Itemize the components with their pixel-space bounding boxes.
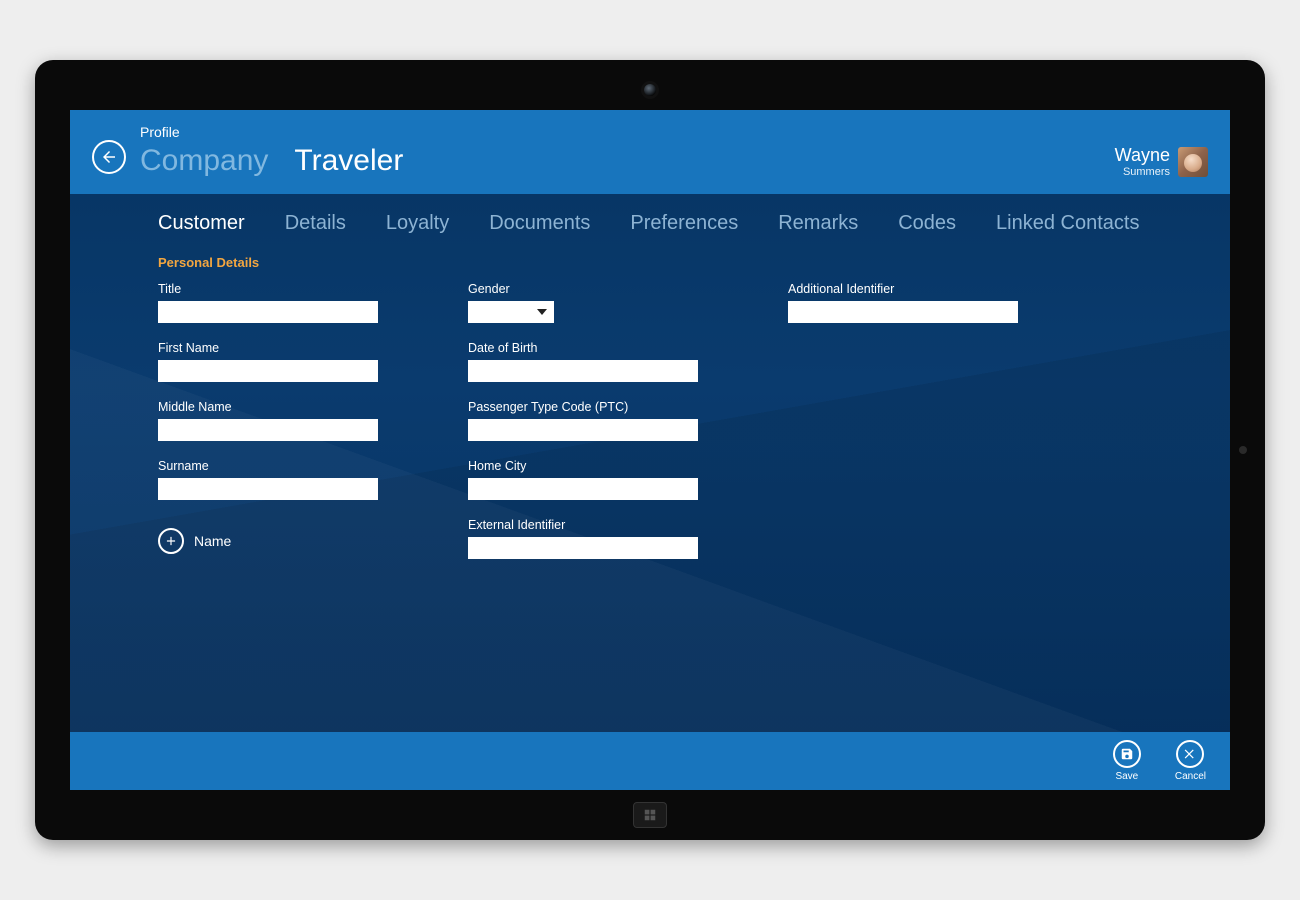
label-dob: Date of Birth bbox=[468, 341, 698, 355]
user-first-name: Wayne bbox=[1115, 145, 1170, 166]
save-button[interactable]: Save bbox=[1113, 740, 1141, 782]
select-gender[interactable] bbox=[468, 301, 554, 323]
cancel-icon bbox=[1176, 740, 1204, 768]
form-body: Personal Details Title First Name Middle… bbox=[70, 241, 1230, 732]
entity-traveler-title[interactable]: Traveler bbox=[294, 144, 403, 178]
tab-codes[interactable]: Codes bbox=[898, 212, 956, 235]
app-footer: Save Cancel bbox=[70, 732, 1230, 790]
add-name-label: Name bbox=[194, 533, 231, 549]
label-title: Title bbox=[158, 282, 378, 296]
form-column-3: Additional Identifier bbox=[788, 282, 1018, 559]
label-home-city: Home City bbox=[468, 459, 698, 473]
label-ptc: Passenger Type Code (PTC) bbox=[468, 400, 698, 414]
tab-preferences[interactable]: Preferences bbox=[630, 212, 738, 235]
section-personal-details: Personal Details bbox=[158, 255, 1142, 270]
device-home-button[interactable] bbox=[633, 802, 667, 828]
cancel-label: Cancel bbox=[1175, 771, 1206, 782]
current-user-chip[interactable]: Wayne Summers bbox=[1115, 145, 1208, 178]
save-label: Save bbox=[1115, 771, 1138, 782]
tab-loyalty[interactable]: Loyalty bbox=[386, 212, 449, 235]
form-column-2: Gender Date of Birth Passenger Type Code… bbox=[468, 282, 698, 559]
windows-icon bbox=[643, 808, 657, 822]
label-first-name: First Name bbox=[158, 341, 378, 355]
tab-details[interactable]: Details bbox=[285, 212, 346, 235]
input-ext-id[interactable] bbox=[468, 537, 698, 559]
label-surname: Surname bbox=[158, 459, 378, 473]
label-gender: Gender bbox=[468, 282, 698, 296]
tablet-device-frame: Profile Company Traveler Wayne Summers C… bbox=[35, 60, 1265, 840]
input-middle-name[interactable] bbox=[158, 419, 378, 441]
input-add-id[interactable] bbox=[788, 301, 1018, 323]
back-button[interactable] bbox=[92, 140, 126, 174]
entity-company-title[interactable]: Company bbox=[140, 144, 268, 178]
header-titles: Profile Company Traveler bbox=[140, 124, 403, 178]
avatar bbox=[1178, 147, 1208, 177]
tab-remarks[interactable]: Remarks bbox=[778, 212, 858, 235]
label-middle-name: Middle Name bbox=[158, 400, 378, 414]
save-icon bbox=[1113, 740, 1141, 768]
tab-documents[interactable]: Documents bbox=[489, 212, 590, 235]
form-column-1: Title First Name Middle Name Surname bbox=[158, 282, 378, 559]
label-add-id: Additional Identifier bbox=[788, 282, 1018, 296]
input-home-city[interactable] bbox=[468, 478, 698, 500]
input-title[interactable] bbox=[158, 301, 378, 323]
tab-customer[interactable]: Customer bbox=[158, 212, 245, 235]
app-header: Profile Company Traveler Wayne Summers bbox=[70, 110, 1230, 194]
label-ext-id: External Identifier bbox=[468, 518, 698, 532]
device-camera bbox=[644, 84, 656, 96]
device-led bbox=[1239, 446, 1247, 454]
app-screen: Profile Company Traveler Wayne Summers C… bbox=[70, 110, 1230, 790]
input-ptc[interactable] bbox=[468, 419, 698, 441]
input-dob[interactable] bbox=[468, 360, 698, 382]
user-last-name: Summers bbox=[1115, 166, 1170, 178]
section-tabs: Customer Details Loyalty Documents Prefe… bbox=[70, 194, 1230, 241]
back-arrow-icon bbox=[100, 148, 118, 166]
cancel-button[interactable]: Cancel bbox=[1175, 740, 1206, 782]
plus-icon bbox=[158, 528, 184, 554]
add-name-button[interactable]: Name bbox=[158, 528, 378, 554]
breadcrumb: Profile bbox=[140, 124, 403, 140]
input-surname[interactable] bbox=[158, 478, 378, 500]
input-first-name[interactable] bbox=[158, 360, 378, 382]
tab-linked-contacts[interactable]: Linked Contacts bbox=[996, 212, 1139, 235]
